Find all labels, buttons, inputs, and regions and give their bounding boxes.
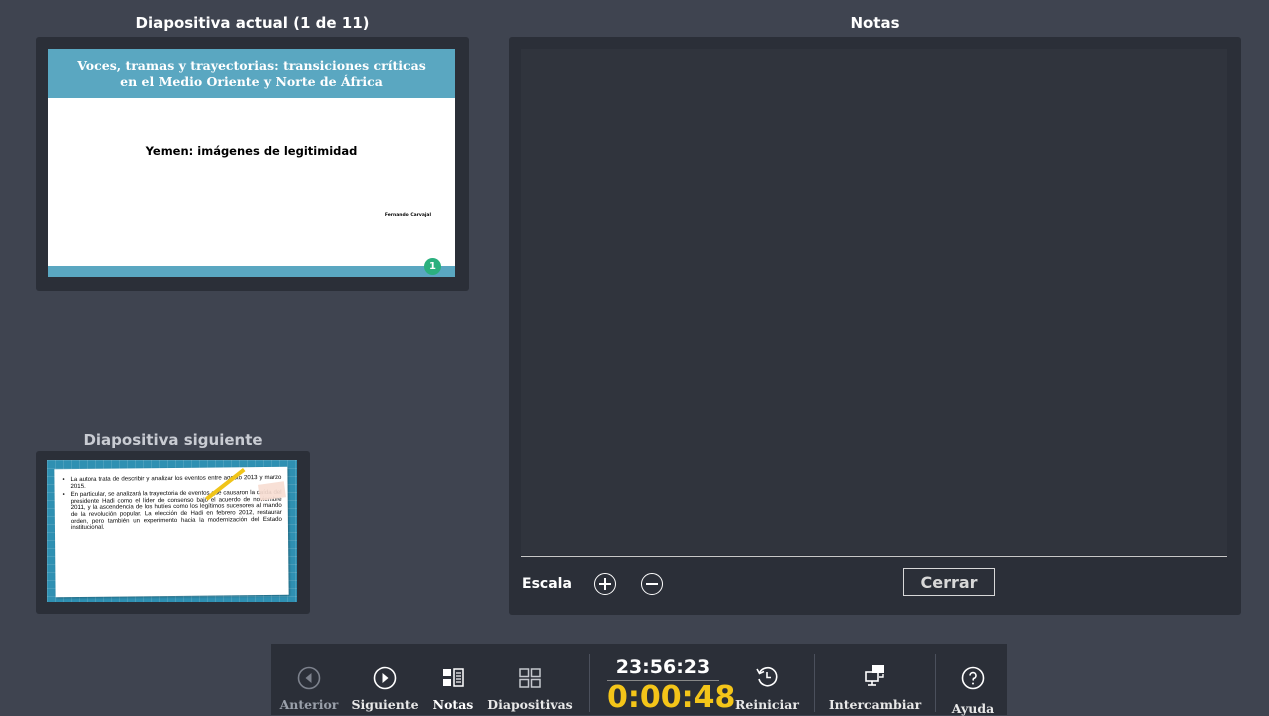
next-slide-panel[interactable]: La autora trata de describir y analizar … — [36, 451, 310, 614]
notes-divider — [521, 556, 1227, 557]
next-slide-bullet: La autora trata de describir y analizar … — [62, 474, 281, 490]
help-label: Ayuda — [951, 701, 995, 716]
zoom-out-icon[interactable] — [641, 573, 663, 595]
previous-arrow-icon — [297, 666, 321, 690]
current-slide-footer-bar — [48, 266, 455, 277]
restart-timer-button[interactable]: Reiniciar — [733, 644, 801, 712]
scale-label: Escala — [522, 576, 572, 592]
current-time: 23:56:23 — [615, 656, 711, 678]
restart-clock-icon — [756, 666, 778, 687]
next-slide-bullet: En particular, se analizará la trayector… — [63, 489, 282, 532]
slide-number-badge: 1 — [424, 258, 441, 275]
swap-monitors-icon — [865, 665, 884, 686]
restart-label: Reiniciar — [735, 697, 799, 712]
notes-heading: Notas — [850, 14, 900, 32]
next-slide-preview: La autora trata de describir y analizar … — [47, 460, 297, 602]
current-slide-title-bar: Voces, tramas y trayectorias: transicion… — [48, 49, 455, 98]
current-slide-heading: Diapositiva actual (1 de 11) — [135, 14, 370, 32]
help-icon — [961, 666, 985, 690]
current-slide-author: Fernando Carvajal — [384, 213, 431, 218]
slide-paper-sheet: La autora trata de describir y analizar … — [54, 466, 289, 598]
slides-label: Diapositivas — [487, 697, 573, 712]
next-label: Siguiente — [351, 697, 419, 712]
current-slide-panel[interactable]: Voces, tramas y trayectorias: transicion… — [36, 37, 469, 291]
notes-toggle-button[interactable]: Notas — [431, 644, 475, 712]
elapsed-timer: 0:00:48 — [607, 680, 736, 715]
notes-icon — [443, 668, 464, 687]
next-button[interactable]: Siguiente — [351, 644, 419, 712]
help-button[interactable]: Ayuda — [945, 644, 1001, 716]
slides-overview-button[interactable]: Diapositivas — [487, 644, 573, 712]
toolbar-separator — [814, 654, 815, 712]
toolbar-separator — [589, 654, 590, 712]
previous-label: Anterior — [279, 697, 339, 712]
toolbar-separator — [935, 654, 936, 712]
presenter-toolbar: Anterior Siguiente Notas Diapositivas 23… — [271, 644, 1007, 716]
swap-label: Intercambiar — [828, 697, 922, 712]
current-slide-title: Voces, tramas y trayectorias: transicion… — [77, 57, 426, 89]
next-arrow-icon — [373, 666, 397, 690]
close-notes-button[interactable]: Cerrar — [903, 568, 995, 596]
notes-text-area[interactable] — [521, 49, 1227, 555]
next-slide-bullet-list: La autora trata de describir y analizar … — [54, 474, 288, 534]
notes-label: Notas — [432, 697, 474, 712]
notes-panel: Escala Cerrar — [509, 37, 1241, 615]
previous-button[interactable]: Anterior — [279, 644, 339, 712]
current-slide-preview: Voces, tramas y trayectorias: transicion… — [48, 49, 455, 277]
next-slide-heading: Diapositiva siguiente — [83, 431, 263, 449]
zoom-in-icon[interactable] — [594, 573, 616, 595]
slide-grid-icon — [519, 668, 541, 688]
swap-displays-button[interactable]: Intercambiar — [825, 644, 925, 712]
current-slide-subtitle: Yemen: imágenes de legitimidad — [145, 144, 358, 158]
